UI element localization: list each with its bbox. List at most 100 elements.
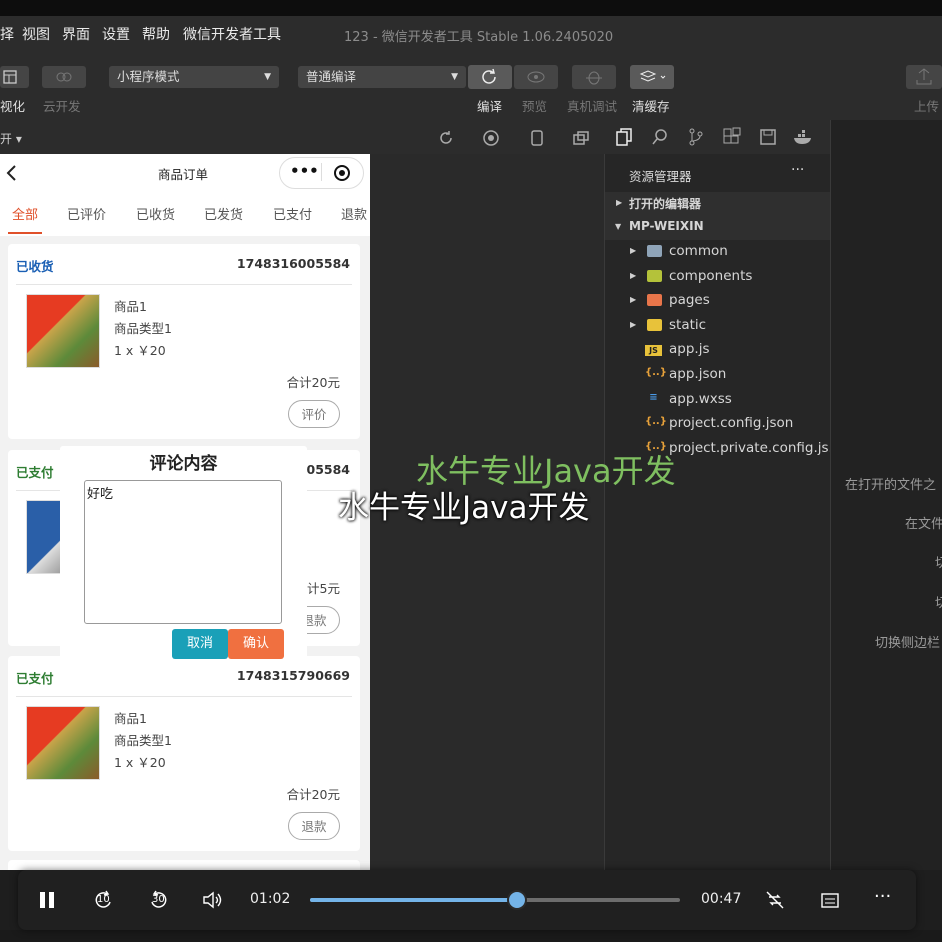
rotate-icon[interactable] xyxy=(437,129,455,147)
extensions-icon[interactable] xyxy=(722,127,742,147)
order-card: 已收货 1748316005584 商品1 商品类型1 1 x ￥20 合计20… xyxy=(8,244,360,439)
tab-shipped[interactable]: 已发货 xyxy=(204,204,243,223)
product-image xyxy=(26,294,100,368)
tab-paid[interactable]: 已支付 xyxy=(273,204,312,223)
volume-icon[interactable] xyxy=(202,890,224,910)
tree-item-label: app.js xyxy=(669,341,710,358)
tree-folder[interactable]: ▶ common xyxy=(605,240,831,264)
explorer-title: 资源管理器 xyxy=(629,169,692,184)
open-editors-label: 打开的编辑器 xyxy=(629,197,702,211)
upload-button[interactable] xyxy=(906,65,942,89)
pause-icon[interactable] xyxy=(38,890,58,910)
mode-select-value: 小程序模式 xyxy=(117,69,180,84)
compile-select[interactable]: 普通编译 ▼ xyxy=(298,66,466,88)
more-dots-icon[interactable]: ••• xyxy=(290,162,319,180)
clear-cache-button[interactable] xyxy=(630,65,674,89)
capsule-menu: ••• xyxy=(279,157,364,189)
folder-icon xyxy=(647,294,662,307)
back-icon[interactable] xyxy=(4,164,20,182)
forward-30-icon[interactable]: 30 xyxy=(146,888,170,912)
mode-select[interactable]: 小程序模式 ▼ xyxy=(109,66,279,88)
tree-file[interactable]: ≡ app.wxss xyxy=(605,388,831,412)
compile-select-value: 普通编译 xyxy=(306,69,357,84)
visualize-label: 视化 xyxy=(0,99,26,114)
chevron-right-icon: ▶ xyxy=(630,270,637,280)
folder-icon xyxy=(647,318,662,331)
menu-item-settings[interactable]: 设置 xyxy=(102,24,130,44)
menu-bar: 择 视图 界面 设置 帮助 微信开发者工具 123 - 微信开发者工具 Stab… xyxy=(0,16,942,54)
tab-refund[interactable]: 退款 xyxy=(341,204,367,223)
tree-folder[interactable]: ▶ pages xyxy=(605,289,831,313)
cancel-button[interactable]: 取消 xyxy=(172,629,228,659)
seek-bar[interactable] xyxy=(310,890,680,910)
editor-welcome-pane: 在打开的文件之 在文件 切 切 切换侧边栏 xyxy=(830,120,942,870)
chevron-right-icon: ▶ xyxy=(630,319,637,329)
playlist-icon[interactable] xyxy=(820,890,842,910)
phone-icon[interactable] xyxy=(528,129,546,147)
tab-all[interactable]: 全部 xyxy=(12,204,38,223)
menu-item-view[interactable]: 视图 xyxy=(22,24,50,44)
product-qty-price: 1 x ￥20 xyxy=(114,343,166,358)
order-number: 1748316005584 xyxy=(236,256,350,271)
detach-window-icon[interactable] xyxy=(572,129,590,147)
modal-title: 评论内容 xyxy=(149,454,218,474)
tree-file[interactable]: {..} project.config.json xyxy=(605,412,831,436)
active-tab-indicator xyxy=(8,232,42,234)
order-total: 计5元 xyxy=(307,581,340,596)
remote-debug-button[interactable] xyxy=(572,65,616,89)
activity-bar xyxy=(604,120,830,154)
seek-handle[interactable] xyxy=(507,890,528,910)
capsule-divider xyxy=(321,163,322,181)
tree-item-label: project.private.config.js... xyxy=(669,439,842,456)
visualize-button[interactable] xyxy=(0,66,29,88)
menu-item-select[interactable]: 择 xyxy=(0,24,14,44)
repeat-off-icon[interactable] xyxy=(764,889,786,911)
hint-open-file: 在打开的文件之 xyxy=(845,478,937,493)
open-editors-section[interactable]: ▶ 打开的编辑器 xyxy=(605,192,831,216)
device-select[interactable]: 开 ▾ xyxy=(0,130,22,147)
menu-item-devtools[interactable]: 微信开发者工具 xyxy=(183,24,281,44)
hint-switch-1: 切 xyxy=(935,552,942,571)
rewind-10-icon[interactable]: 10 xyxy=(92,888,116,912)
page-title: 商品订单 xyxy=(158,167,209,182)
comment-textarea[interactable] xyxy=(84,480,282,624)
confirm-button[interactable]: 确认 xyxy=(228,629,284,659)
menu-item-interface[interactable]: 界面 xyxy=(62,24,90,44)
order-card xyxy=(8,860,360,870)
tree-folder[interactable]: ▶ static xyxy=(605,314,831,338)
source-control-icon[interactable] xyxy=(686,127,706,147)
files-icon[interactable] xyxy=(614,127,634,147)
file-type-icon: ≡ xyxy=(649,391,658,403)
compile-button[interactable] xyxy=(468,65,512,89)
project-section[interactable]: ▼ MP-WEIXIN xyxy=(605,216,831,240)
close-mini-program-icon[interactable] xyxy=(333,164,351,182)
tree-folder[interactable]: ▶ components xyxy=(605,265,831,289)
product-image xyxy=(26,706,100,780)
remote-debug-label: 真机调试 xyxy=(567,99,618,114)
search-icon[interactable] xyxy=(650,127,670,147)
folder-icon xyxy=(647,245,662,257)
more-icon[interactable]: ··· xyxy=(791,162,804,178)
tree-item-label: project.config.json xyxy=(669,415,794,432)
file-explorer: 资源管理器 ··· ▶ 打开的编辑器 ▼ MP-WEIXIN ▶ common ▶ c… xyxy=(604,154,841,870)
rewind-label: 10 xyxy=(97,894,110,905)
file-type-icon: {..} xyxy=(645,367,667,378)
tab-reviewed[interactable]: 已评价 xyxy=(67,204,106,223)
preview-button[interactable] xyxy=(514,65,558,89)
tree-file[interactable]: {..} app.json xyxy=(605,363,831,387)
storage-icon[interactable] xyxy=(758,127,778,147)
refresh-icon xyxy=(482,68,496,84)
order-number: 1748315790669 xyxy=(236,668,350,683)
tab-received[interactable]: 已收货 xyxy=(136,204,175,223)
docker-icon[interactable] xyxy=(792,127,814,147)
status-bar xyxy=(0,930,942,942)
stop-icon[interactable] xyxy=(482,129,500,147)
tree-file[interactable]: JS app.js xyxy=(605,338,831,362)
menu-item-help[interactable]: 帮助 xyxy=(142,24,170,44)
compile-label: 编译 xyxy=(477,99,503,114)
refund-button[interactable]: 退款 xyxy=(288,812,340,840)
review-button[interactable]: 评价 xyxy=(288,400,340,428)
toolbar: 视化 云开发 小程序模式 ▼ 普通编译 ▼ 编译 预览 真机调试 清缓存 上传 xyxy=(0,54,942,120)
more-options-icon[interactable]: ··· xyxy=(874,886,891,907)
cloud-dev-button[interactable] xyxy=(42,66,86,88)
